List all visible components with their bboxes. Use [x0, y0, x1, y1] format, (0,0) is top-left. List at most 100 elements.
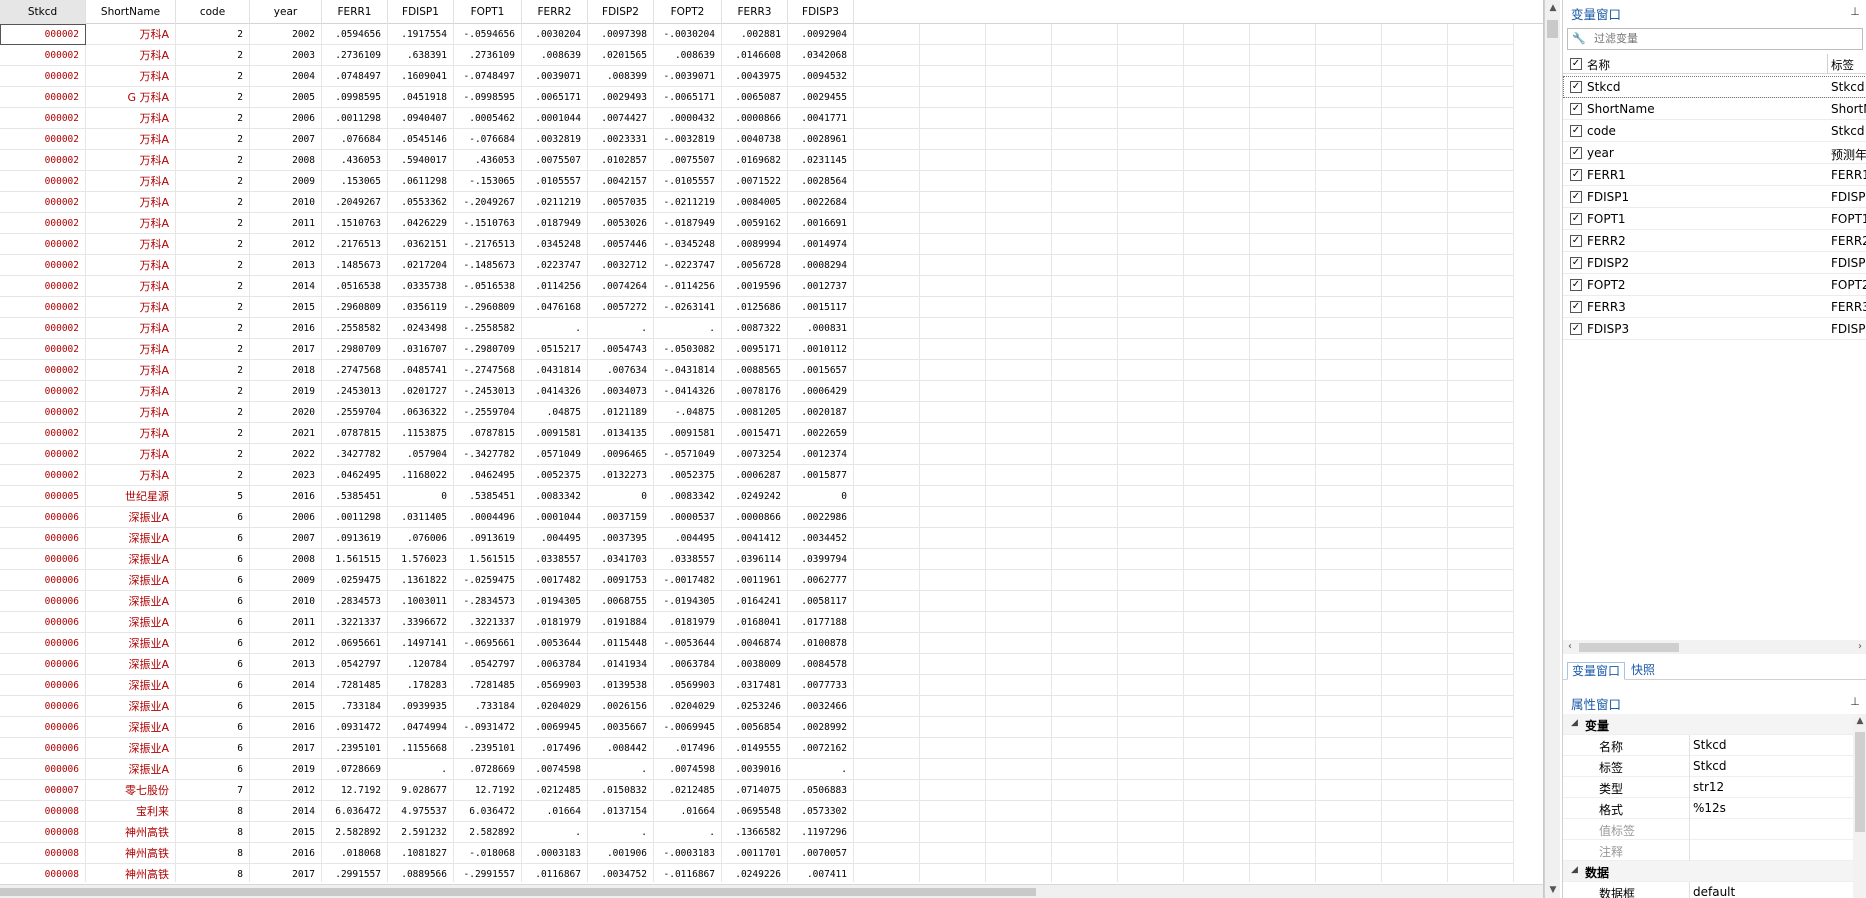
cell-fdisp3[interactable]: .0012374: [788, 444, 854, 465]
cell-fdisp3[interactable]: .0034452: [788, 528, 854, 549]
empty-cell[interactable]: [1184, 339, 1250, 360]
cell-code[interactable]: 2: [176, 213, 250, 234]
cell-shortname[interactable]: 深振业A: [86, 675, 176, 696]
cell-ferr2[interactable]: .0039071: [522, 66, 588, 87]
cell-fdisp2[interactable]: .0054743: [588, 339, 654, 360]
cell-ferr2[interactable]: .0030204: [522, 24, 588, 45]
cell-stkcd[interactable]: 000002: [0, 213, 86, 234]
empty-cell[interactable]: [1250, 759, 1316, 780]
cell-fdisp2[interactable]: .0191884: [588, 612, 654, 633]
empty-cell[interactable]: [920, 675, 986, 696]
cell-fopt1[interactable]: -.1510763: [454, 213, 522, 234]
cell-ferr3[interactable]: .0164241: [722, 591, 788, 612]
cell-stkcd[interactable]: 000007: [0, 780, 86, 801]
cell-fdisp2[interactable]: .0074264: [588, 276, 654, 297]
cell-fdisp3[interactable]: .0084578: [788, 654, 854, 675]
empty-cell[interactable]: [920, 213, 986, 234]
cell-fdisp1[interactable]: .0553362: [388, 192, 454, 213]
variable-item[interactable]: ✓ ShortName ShortN: [1563, 98, 1866, 120]
cell-stkcd[interactable]: 000002: [0, 150, 86, 171]
cell-ferr2[interactable]: .0211219: [522, 192, 588, 213]
empty-cell[interactable]: [1448, 528, 1514, 549]
cell-ferr1[interactable]: .0594656: [322, 24, 388, 45]
empty-cell[interactable]: [920, 318, 986, 339]
empty-cell[interactable]: [920, 843, 986, 864]
column-header-shortname[interactable]: ShortName: [86, 0, 176, 24]
cell-shortname[interactable]: 万科A: [86, 171, 176, 192]
cell-fdisp1[interactable]: .5940017: [388, 150, 454, 171]
cell-fdisp3[interactable]: .0016691: [788, 213, 854, 234]
cell-fopt2[interactable]: .0091581: [654, 423, 722, 444]
cell-ferr1[interactable]: .5385451: [322, 486, 388, 507]
cell-fdisp1[interactable]: .0311405: [388, 507, 454, 528]
column-header-fopt1[interactable]: FOPT1: [454, 0, 522, 24]
empty-cell[interactable]: [1316, 276, 1382, 297]
empty-cell[interactable]: [986, 549, 1052, 570]
cell-ferr1[interactable]: .0011298: [322, 507, 388, 528]
cell-shortname[interactable]: 万科A: [86, 213, 176, 234]
empty-cell[interactable]: [1184, 276, 1250, 297]
empty-cell[interactable]: [1184, 423, 1250, 444]
cell-ferr1[interactable]: .2395101: [322, 738, 388, 759]
empty-cell[interactable]: [1184, 843, 1250, 864]
cell-ferr2[interactable]: .0414326: [522, 381, 588, 402]
empty-cell[interactable]: [986, 612, 1052, 633]
cell-stkcd[interactable]: 000002: [0, 108, 86, 129]
empty-cell[interactable]: [1448, 150, 1514, 171]
cell-ferr3[interactable]: .0695548: [722, 801, 788, 822]
cell-code[interactable]: 2: [176, 276, 250, 297]
empty-cell[interactable]: [1382, 297, 1448, 318]
empty-cell[interactable]: [1382, 528, 1448, 549]
empty-cell[interactable]: [1382, 318, 1448, 339]
empty-cell[interactable]: [1250, 24, 1316, 45]
cell-fopt2[interactable]: -.0571049: [654, 444, 722, 465]
cell-ferr3[interactable]: .0000866: [722, 108, 788, 129]
empty-cell[interactable]: [1316, 45, 1382, 66]
empty-cell[interactable]: [854, 381, 920, 402]
cell-stkcd[interactable]: 000006: [0, 507, 86, 528]
cell-ferr3[interactable]: .0038009: [722, 654, 788, 675]
cell-code[interactable]: 6: [176, 612, 250, 633]
empty-cell[interactable]: [1382, 234, 1448, 255]
empty-cell[interactable]: [1382, 654, 1448, 675]
property-row[interactable]: 注释: [1563, 840, 1853, 861]
cell-shortname[interactable]: 深振业A: [86, 696, 176, 717]
cell-ferr3[interactable]: .0056854: [722, 717, 788, 738]
empty-cell[interactable]: [986, 633, 1052, 654]
empty-cell[interactable]: [920, 108, 986, 129]
cell-ferr1[interactable]: .0542797: [322, 654, 388, 675]
cell-ferr3[interactable]: .0006287: [722, 465, 788, 486]
cell-year[interactable]: 2008: [250, 150, 322, 171]
empty-cell[interactable]: [1118, 549, 1184, 570]
empty-cell[interactable]: [1382, 171, 1448, 192]
cell-fdisp2[interactable]: .0134135: [588, 423, 654, 444]
empty-cell[interactable]: [1382, 570, 1448, 591]
cell-fdisp3[interactable]: .0231145: [788, 150, 854, 171]
cell-ferr2[interactable]: .0571049: [522, 444, 588, 465]
empty-cell[interactable]: [1382, 150, 1448, 171]
empty-cell[interactable]: [1316, 528, 1382, 549]
empty-cell[interactable]: [920, 717, 986, 738]
cell-ferr1[interactable]: .0695661: [322, 633, 388, 654]
collapse-triangle-icon[interactable]: ◢: [1571, 718, 1578, 728]
cell-fopt1[interactable]: -.076684: [454, 129, 522, 150]
cell-fdisp1[interactable]: .1609041: [388, 66, 454, 87]
empty-cell[interactable]: [986, 24, 1052, 45]
cell-stkcd[interactable]: 000002: [0, 276, 86, 297]
empty-cell[interactable]: [1382, 87, 1448, 108]
empty-cell[interactable]: [1184, 402, 1250, 423]
cell-stkcd[interactable]: 000002: [0, 381, 86, 402]
empty-cell[interactable]: [1118, 675, 1184, 696]
table-row[interactable]: 000008 神州高铁 8 2015 2.582892 2.591232 2.582892.…: [0, 822, 1543, 843]
cell-stkcd[interactable]: 000002: [0, 192, 86, 213]
empty-cell[interactable]: [1382, 66, 1448, 87]
cell-fdisp1[interactable]: .1003011: [388, 591, 454, 612]
table-row[interactable]: 000002 万科A 2 2019.2453013.0201727 -.2453013.…: [0, 381, 1543, 402]
cell-fdisp2[interactable]: .0341703: [588, 549, 654, 570]
property-row[interactable]: 数据框 default: [1563, 882, 1853, 898]
cell-ferr3[interactable]: .0146608: [722, 45, 788, 66]
cell-ferr2[interactable]: .0074598: [522, 759, 588, 780]
empty-cell[interactable]: [854, 171, 920, 192]
empty-cell[interactable]: [1184, 381, 1250, 402]
variable-item[interactable]: ✓ FDISP1 FDISP: [1563, 186, 1866, 208]
